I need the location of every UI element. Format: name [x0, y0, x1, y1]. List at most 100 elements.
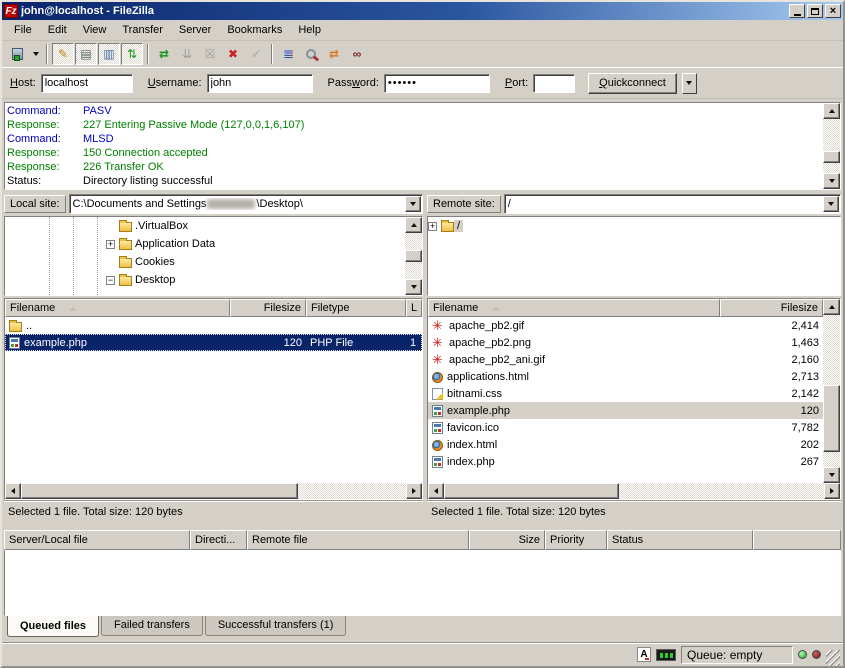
scrollbar-thumb[interactable] [405, 250, 422, 263]
queue-column-size[interactable]: Size [469, 530, 545, 550]
menu-view[interactable]: View [75, 22, 115, 38]
tab-queued-files[interactable]: Queued files [7, 616, 99, 637]
file-row[interactable]: example.php120 [428, 402, 823, 419]
file-row[interactable]: favicon.ico7,782 [428, 419, 823, 436]
tree-item[interactable]: −Desktop [5, 271, 405, 289]
scrollbar-track[interactable] [823, 119, 840, 173]
cancel-operation-button[interactable] [199, 43, 221, 65]
toggle-transfer-queue-button[interactable] [121, 43, 143, 65]
remote-directory-tree: +/ [427, 216, 841, 296]
scrollbar-track[interactable] [21, 483, 406, 499]
maximize-button[interactable] [807, 4, 823, 18]
expand-icon[interactable]: + [106, 240, 115, 249]
quickconnect-button[interactable]: Quickconnect [588, 73, 677, 94]
tree-item[interactable]: Cookies [5, 253, 405, 271]
queue-column-priority[interactable]: Priority [545, 530, 607, 550]
remote-vertical-scrollbar[interactable] [823, 299, 840, 483]
tree-item[interactable]: +/ [428, 217, 840, 235]
reconnect-button[interactable] [245, 43, 267, 65]
tab-successful-transfers-1[interactable]: Successful transfers (1) [205, 616, 347, 636]
scroll-down-button[interactable] [823, 173, 840, 189]
toggle-message-log-button[interactable] [52, 43, 74, 65]
scrollbar-track[interactable] [444, 483, 824, 499]
queue-column-remote-file[interactable]: Remote file [247, 530, 469, 550]
local-tree-scrollbar[interactable] [405, 217, 422, 295]
local-path-combo[interactable]: C:\Documents and Settings\Desktop\ [69, 194, 423, 214]
column-header-filesize[interactable]: Filesize [720, 299, 823, 317]
file-row[interactable]: index.html202 [428, 436, 823, 453]
scroll-down-button[interactable] [823, 467, 840, 483]
queue-column-server-local-file[interactable]: Server/Local file [4, 530, 190, 550]
minimize-button[interactable] [789, 4, 805, 18]
log-scrollbar[interactable] [823, 103, 840, 189]
scroll-up-button[interactable] [823, 103, 840, 119]
scroll-left-button[interactable] [428, 483, 444, 499]
site-manager-dropdown-button[interactable] [29, 43, 42, 65]
scrollbar-track[interactable] [405, 233, 422, 279]
apache-file-icon [432, 320, 445, 332]
column-header-l[interactable]: L [406, 299, 422, 317]
scroll-left-button[interactable] [5, 483, 21, 499]
column-header-filename[interactable]: Filename [428, 299, 720, 317]
refresh-button[interactable] [153, 43, 175, 65]
file-row[interactable]: apache_pb2.png1,463 [428, 334, 823, 351]
arrow-down-icon [411, 285, 417, 289]
file-row[interactable]: apache_pb2_ani.gif2,160 [428, 351, 823, 368]
file-row[interactable]: .. [5, 317, 422, 334]
menu-server[interactable]: Server [171, 22, 219, 38]
expand-icon[interactable]: + [428, 222, 437, 231]
menu-edit[interactable]: Edit [40, 22, 75, 38]
tree-item[interactable]: +Application Data [5, 235, 405, 253]
username-input[interactable] [207, 74, 313, 93]
tab-failed-transfers[interactable]: Failed transfers [101, 616, 203, 636]
process-queue-button[interactable] [176, 43, 198, 65]
scrollbar-thumb[interactable] [21, 483, 298, 499]
scroll-right-button[interactable] [406, 483, 422, 499]
menu-bookmarks[interactable]: Bookmarks [219, 22, 290, 38]
scrollbar-thumb[interactable] [444, 483, 619, 499]
remote-path-dropdown-button[interactable] [823, 196, 839, 212]
file-search-button[interactable] [300, 43, 322, 65]
disconnect-button[interactable] [222, 43, 244, 65]
scroll-up-button[interactable] [823, 299, 840, 315]
file-row[interactable]: example.php120PHP File1 [5, 334, 422, 351]
scroll-up-button[interactable] [405, 217, 422, 233]
collapse-icon[interactable]: − [106, 276, 115, 285]
scroll-down-button[interactable] [405, 279, 422, 295]
menu-help[interactable]: Help [290, 22, 329, 38]
menu-transfer[interactable]: Transfer [114, 22, 171, 38]
chevron-down-icon [410, 202, 416, 206]
filter-button[interactable] [277, 43, 299, 65]
local-path-dropdown-button[interactable] [405, 196, 421, 212]
scroll-right-button[interactable] [824, 483, 840, 499]
scrollbar-thumb[interactable] [823, 385, 840, 452]
remote-horizontal-scrollbar[interactable] [428, 483, 840, 499]
menu-file[interactable]: File [6, 22, 40, 38]
column-header-filesize[interactable]: Filesize [230, 299, 306, 317]
quickconnect-dropdown-button[interactable] [682, 73, 697, 94]
directory-comparison-button[interactable] [346, 43, 368, 65]
port-input[interactable] [533, 74, 575, 93]
host-input[interactable] [41, 74, 133, 93]
password-input[interactable] [384, 74, 490, 93]
scrollbar-track[interactable] [823, 315, 840, 467]
scrollbar-thumb[interactable] [823, 151, 840, 163]
queue-column-directi[interactable]: Directi... [190, 530, 247, 550]
tree-item[interactable]: .VirtualBox [5, 217, 405, 235]
toggle-local-tree-button[interactable] [75, 43, 97, 65]
file-row[interactable]: applications.html2,713 [428, 368, 823, 385]
site-manager-button[interactable] [6, 43, 28, 65]
file-row[interactable]: index.php267 [428, 453, 823, 470]
queue-column-status[interactable]: Status [607, 530, 753, 550]
close-button[interactable]: × [825, 4, 841, 18]
column-header-filetype[interactable]: Filetype [306, 299, 406, 317]
toggle-remote-tree-button[interactable] [98, 43, 120, 65]
synchronized-browsing-button[interactable] [323, 43, 345, 65]
remote-path-combo[interactable]: / [504, 194, 841, 214]
filename-text: bitnami.css [447, 388, 502, 400]
file-row[interactable]: apache_pb2.gif2,414 [428, 317, 823, 334]
file-row[interactable]: bitnami.css2,142 [428, 385, 823, 402]
column-header-filename[interactable]: Filename [5, 299, 230, 317]
resize-grip[interactable] [826, 650, 840, 666]
local-horizontal-scrollbar[interactable] [5, 483, 422, 499]
